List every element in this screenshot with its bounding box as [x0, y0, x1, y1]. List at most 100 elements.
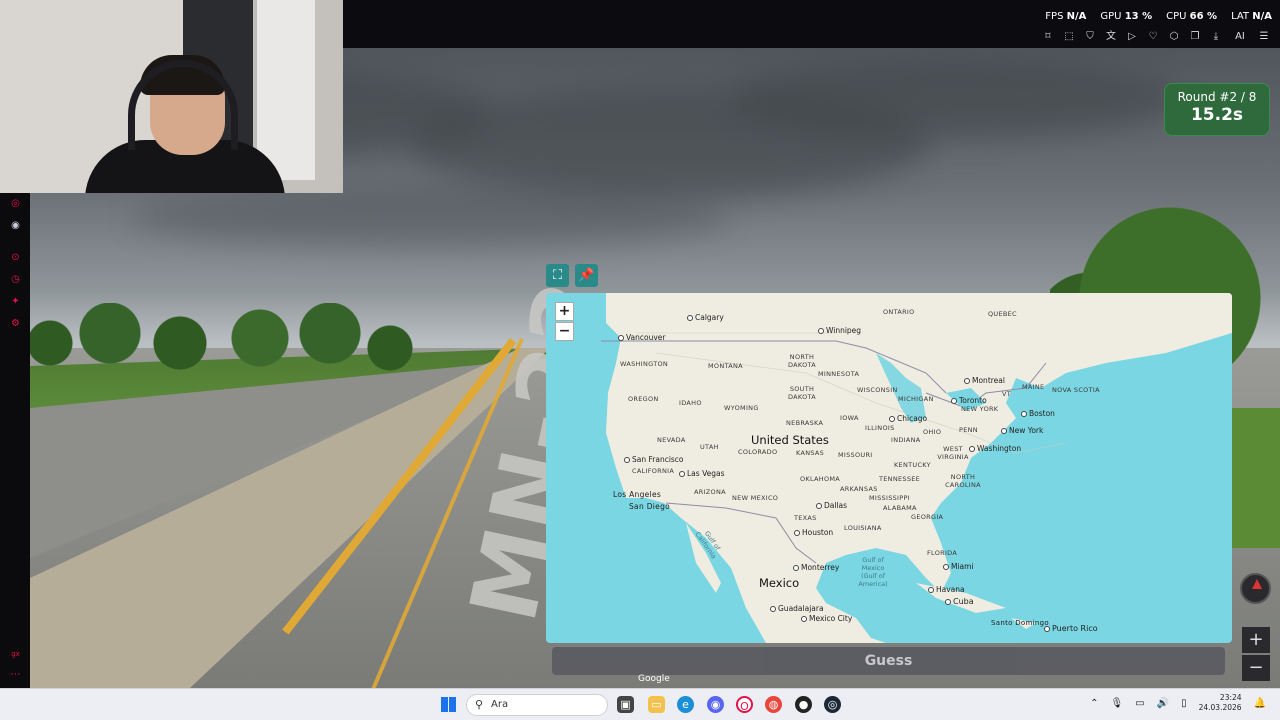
map-region-missouri: MISSOURI: [838, 451, 873, 459]
map-region-alabama: ALABAMA: [883, 504, 917, 512]
map-region-montana: MONTANA: [708, 362, 743, 370]
map-region-penn: PENN: [959, 426, 978, 434]
zoom-out-button[interactable]: −: [555, 322, 574, 341]
expand-map-icon[interactable]: ⛶: [546, 264, 569, 287]
map-city-new-york: New York: [1001, 426, 1043, 435]
map-region-georgia: GEORGIA: [911, 513, 944, 521]
guess-map[interactable]: + − United States Mexico Cuba Puerto Ric…: [546, 293, 1232, 643]
map-tools: ⛶ 📌: [546, 264, 598, 287]
heart-icon[interactable]: ♡: [1147, 31, 1159, 43]
map-region-oregon: OREGON: [628, 395, 659, 403]
map-region-nebraska: NEBRASKA: [786, 419, 824, 427]
display-icon[interactable]: ▭: [1135, 698, 1144, 709]
file-explorer-icon[interactable]: ▭: [648, 696, 665, 713]
microphone-icon[interactable]: 🎙: [1110, 698, 1123, 709]
right-grass: [1230, 408, 1280, 548]
map-region-california: CALIFORNIA: [632, 467, 675, 475]
bookmark-icon[interactable]: ⌑: [1042, 31, 1054, 43]
windows-start-icon[interactable]: [441, 697, 456, 712]
map-label-cuba: Cuba: [945, 597, 974, 606]
volume-icon[interactable]: 🔊: [1157, 698, 1169, 709]
map-city-miami: Miami: [943, 562, 974, 571]
system-clock[interactable]: 23:24 24.03.2026: [1199, 693, 1242, 713]
map-city-toronto: Toronto: [951, 396, 987, 405]
shield-icon[interactable]: ⛉: [1084, 31, 1096, 43]
copy-icon[interactable]: ❐: [1189, 31, 1201, 43]
instagram-icon: ◎: [11, 198, 20, 209]
search-icon: ⚲: [475, 698, 484, 711]
map-city-los-angeles: Los Angeles: [613, 490, 662, 499]
play-icon[interactable]: ▷: [1126, 31, 1138, 43]
map-region-utah: UTAH: [700, 443, 719, 451]
crop-icon[interactable]: ⬚: [1063, 31, 1075, 43]
map-city-winnipeg: Winnipeg: [818, 326, 861, 335]
wardrobe: [255, 0, 315, 180]
map-city-montreal: Montreal: [964, 376, 1005, 385]
chrome-icon[interactable]: ◍: [765, 696, 782, 713]
extensions-icon[interactable]: ⬡: [1168, 31, 1180, 43]
cpu-stat: CPU 66 %: [1166, 11, 1218, 22]
map-region-idaho: IDAHO: [679, 399, 702, 407]
map-city-calgary: Calgary: [687, 313, 724, 322]
chevron-up-icon[interactable]: ⌃: [1090, 698, 1098, 709]
ai-icon[interactable]: AI: [1231, 31, 1249, 43]
map-region-new-mexico: NEW MEXICO: [732, 494, 779, 502]
guess-button[interactable]: Guess: [552, 647, 1225, 675]
map-region-nevada: NEVADA: [657, 436, 686, 444]
map-region-florida: FLORIDA: [927, 549, 958, 557]
gpu-stat: GPU 13 %: [1100, 11, 1153, 22]
task-view-icon[interactable]: ▣: [617, 696, 634, 713]
map-region-indiana: INDIANA: [891, 436, 921, 444]
map-region-arkansas: ARKANSAS: [840, 485, 878, 493]
map-region-washington: WASHINGTON: [620, 360, 669, 368]
settings-icon: ⚙: [11, 318, 20, 329]
map-region-arizona: ARIZONA: [694, 488, 726, 496]
battery-icon[interactable]: ▯: [1181, 698, 1187, 709]
fps-stat: FPS N/A: [1045, 11, 1087, 22]
translate-icon[interactable]: 文: [1105, 31, 1117, 43]
map-city-washington: Washington: [969, 444, 1021, 453]
edge-icon[interactable]: e: [677, 696, 694, 713]
download-icon[interactable]: ⤓: [1210, 31, 1222, 43]
taskbar-search[interactable]: ⚲ Ara: [466, 694, 608, 716]
map-region-mississippi: MISSISSIPPI: [869, 494, 910, 502]
search-placeholder: Ara: [491, 699, 509, 710]
map-city-monterrey: Monterrey: [793, 563, 839, 572]
pin-map-icon[interactable]: 📌: [575, 264, 598, 287]
menu-icon[interactable]: ☰: [1258, 31, 1270, 43]
steam-icon[interactable]: ◎: [824, 696, 841, 713]
discord-app-icon[interactable]: ◉: [707, 696, 724, 713]
zoom-in-button[interactable]: +: [555, 302, 574, 321]
map-region-texas: TEXAS: [794, 514, 817, 522]
notification-icon[interactable]: 🔔: [1254, 698, 1266, 709]
app-icon[interactable]: ●: [795, 696, 812, 713]
clock-icon: ◷: [11, 274, 20, 285]
stream-sidebar: ◎ ◉ ⊙ ◷ ✦ ⚙ gx ⋯: [0, 193, 30, 688]
map-label-united-states: United States: [751, 433, 829, 447]
map-region-vt: VT: [1002, 390, 1012, 398]
clock-date: 24.03.2026: [1198, 703, 1242, 712]
opera-gx-icon[interactable]: O: [736, 696, 753, 713]
compass-icon[interactable]: [1240, 573, 1271, 604]
map-region-louisiana: LOUISIANA: [844, 524, 882, 532]
map-region-tennessee: TENNESSEE: [879, 475, 921, 483]
map-region-ontario: ONTARIO: [883, 308, 915, 316]
map-region-iowa: IOWA: [840, 414, 859, 422]
map-label-puerto-rico: Puerto Rico: [1044, 624, 1098, 633]
pano-zoom-out-button[interactable]: −: [1242, 655, 1270, 681]
map-region-nova-scotia: NOVA SCOTIA: [1052, 386, 1100, 394]
map-city-dallas: Dallas: [816, 501, 847, 510]
map-region-kansas: KANSAS: [796, 449, 825, 457]
map-city-boston: Boston: [1021, 409, 1055, 418]
map-region-new-york: NEW YORK: [961, 405, 999, 413]
pano-zoom-in-button[interactable]: +: [1242, 627, 1270, 653]
system-tray: ⌃ 🎙 ▭ 🔊 ▯ 23:24 24.03.2026 🔔: [1090, 693, 1266, 713]
map-sea-gulf-of-mexico: Gulf of Mexico (Gulf of America): [858, 556, 888, 588]
map-city-las-vegas: Las Vegas: [679, 469, 725, 478]
map-city-san-francisco: San Francisco: [624, 455, 684, 464]
google-attribution: Google: [638, 674, 670, 684]
performance-stats: FPS N/A GPU 13 % CPU 66 % LAT N/A: [1045, 11, 1272, 22]
clock-time: 23:24: [1219, 693, 1242, 702]
map-region-west-virginia: WEST VIRGINIA: [937, 445, 969, 461]
map-region-minnesota: MINNESOTA: [818, 370, 860, 378]
